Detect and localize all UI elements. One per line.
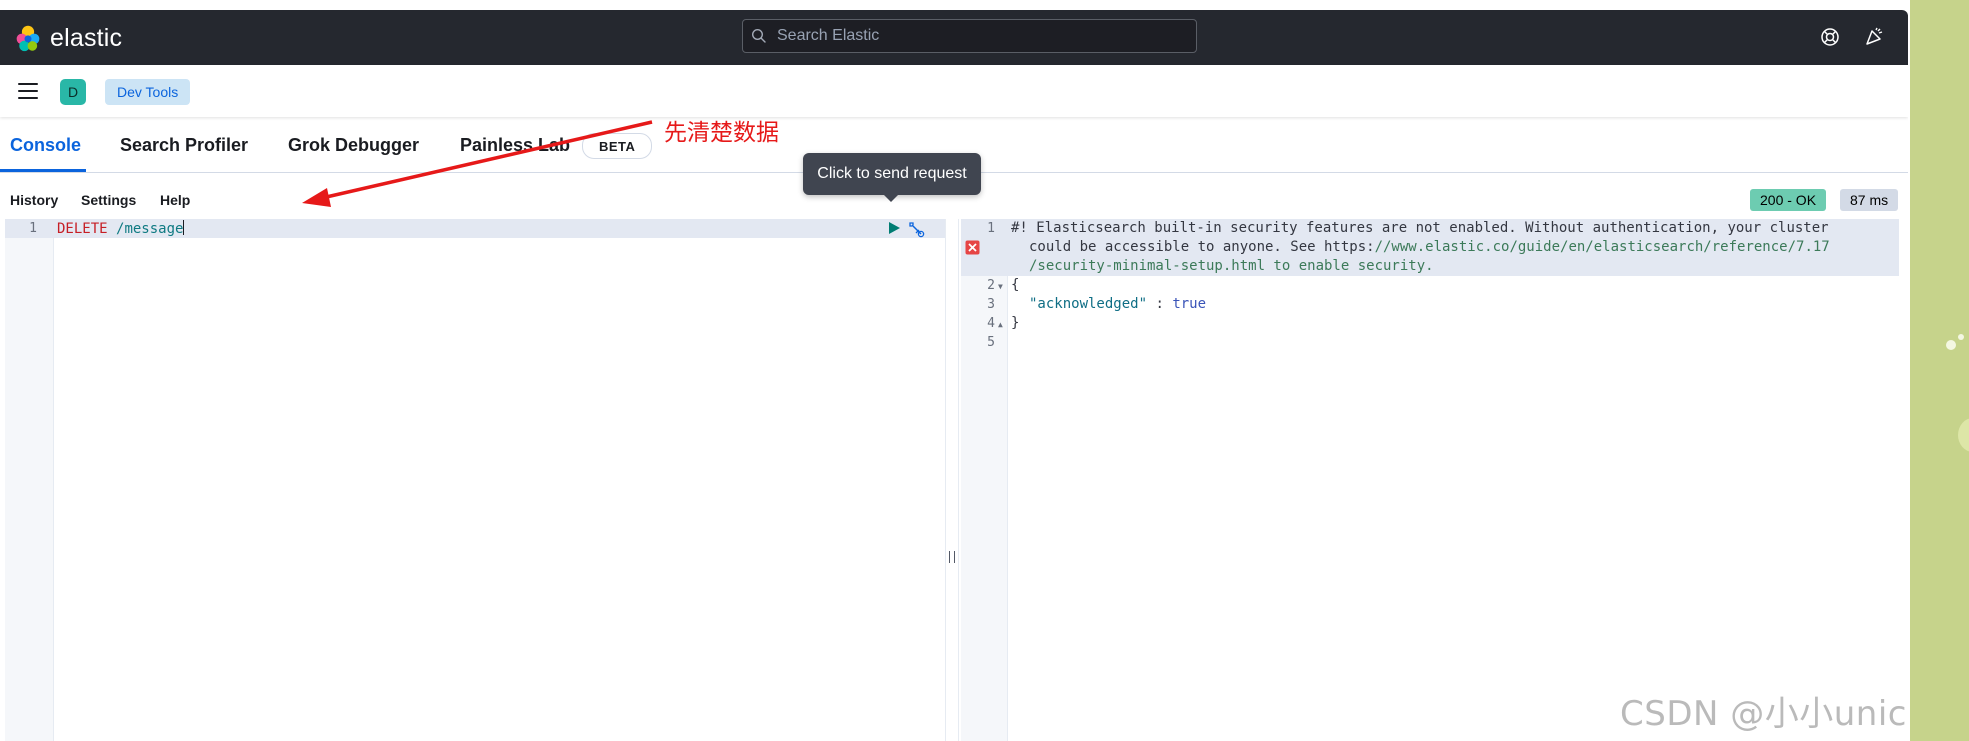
timing-badge: 87 ms [1840,189,1899,211]
top-header: elastic [0,10,1908,65]
help-menu-button[interactable] [1818,25,1842,49]
search-icon [751,28,766,43]
response-close-brace: } [1011,315,1020,331]
comment-url: //www.elastic.co/guide/en/elasticsearch/… [1374,239,1830,255]
elastic-logo[interactable]: elastic [14,22,122,54]
watermark: CSDN @小小unicorn [1620,694,1908,734]
kibana-app: elastic Search Elastic D Dev Tools Conso… [0,0,1908,741]
error-x-icon [965,240,980,255]
response-field-line: "acknowledged" : true [1029,295,1206,314]
response-comment-line: #! Elasticsearch built-in security featu… [1011,220,1829,236]
request-path: /message [116,221,184,237]
breadcrumb-dev-tools[interactable]: Dev Tools [105,79,191,105]
hamburger-menu-icon[interactable] [18,83,38,99]
decorative-dot [1958,418,1969,452]
decorative-dot [1946,340,1956,350]
grip-icon [949,551,955,563]
line-number: 4 [987,316,995,331]
annotation-label: 先清楚数据 [664,120,779,146]
pane-resize-handle[interactable] [945,219,959,741]
request-line[interactable]: DELETE /message [57,220,185,238]
newsfeed-icon [1866,27,1883,45]
response-comment-line: could be accessible to anyone. See https… [1029,238,1830,257]
response-separator: : [1147,296,1173,312]
decorative-dot [1958,334,1964,340]
line-number: 5 [987,335,995,350]
search-input[interactable] [775,26,1179,46]
send-request-tooltip: Click to send request [803,153,981,202]
newsfeed-button[interactable] [1862,25,1886,49]
global-search[interactable] [742,19,1197,53]
history-button[interactable]: History [10,192,58,208]
response-key: "acknowledged" [1029,296,1148,312]
elastic-logo-icon [16,25,40,52]
wrench-icon[interactable] [907,220,925,238]
text-cursor [183,220,185,235]
play-icon[interactable] [887,221,901,235]
fold-close-icon[interactable]: ▲ [998,320,1003,329]
line-number: 1 [29,221,37,236]
request-gutter [5,219,54,741]
response-comment-line: /security-minimal-setup.html to enable s… [1029,258,1434,274]
response-output[interactable]: 1 2 3 4 5 ▼ ▲ #! Elasticsearch built-in … [961,219,1899,741]
active-tab-indicator [0,169,86,172]
line-number: 3 [987,297,995,312]
beta-badge: BETA [582,133,653,159]
tab-search-profiler[interactable]: Search Profiler [120,135,248,156]
space-avatar[interactable]: D [60,79,86,105]
decorative-side-strip [1910,0,1969,741]
tab-painless-lab[interactable]: Painless Lab [460,135,570,156]
settings-button[interactable]: Settings [81,192,136,208]
help-lifebuoy-icon [1821,28,1839,46]
response-open-brace: { [1011,277,1020,293]
tab-console[interactable]: Console [10,135,81,156]
status-badge: 200 - OK [1750,189,1827,211]
response-value: true [1172,296,1207,312]
request-editor[interactable]: 1 DELETE /message [5,219,945,741]
line-number: 1 [987,221,995,236]
request-method: DELETE [57,221,108,237]
line-number: 2 [987,278,995,293]
comment-text: could be accessible to anyone. See https… [1029,239,1375,255]
breadcrumb-bar: D Dev Tools [0,65,1908,117]
logo-text: elastic [50,23,123,52]
help-button[interactable]: Help [160,192,190,208]
tab-grok-debugger[interactable]: Grok Debugger [288,135,419,156]
fold-open-icon[interactable]: ▼ [998,282,1003,291]
